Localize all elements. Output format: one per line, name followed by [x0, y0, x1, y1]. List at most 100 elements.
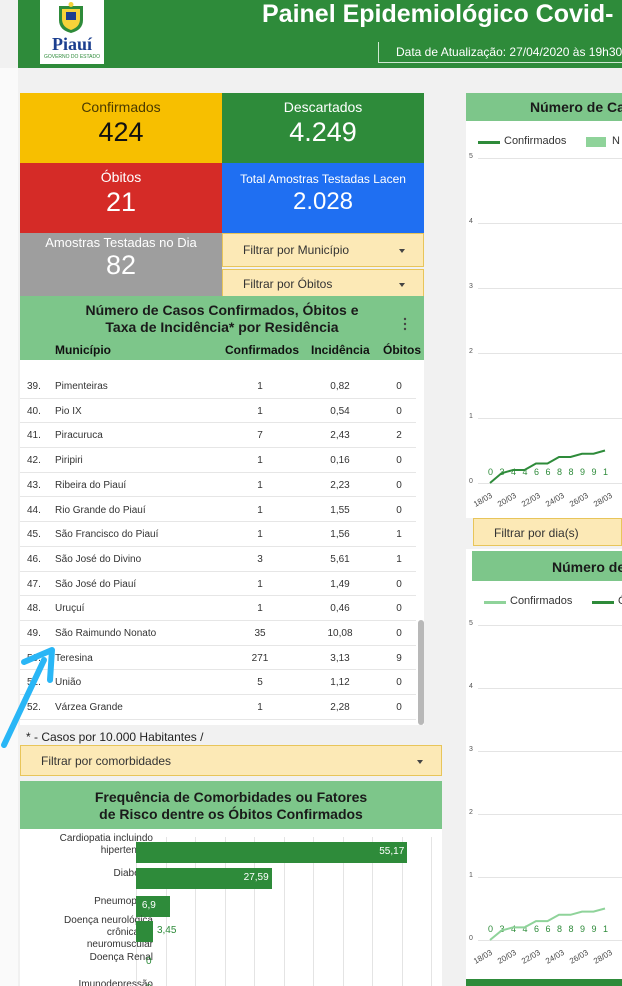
row-municipio: São Francisco do Piauí	[55, 529, 159, 541]
row-incidencia: 3,13	[330, 652, 350, 664]
crest-icon	[59, 2, 83, 33]
kpi-descartados-label: Descartados	[283, 99, 363, 115]
bar-value-label: 3,45	[156, 925, 177, 936]
row-index: 44.	[27, 504, 41, 516]
row-confirmados: 3	[257, 553, 263, 565]
row-obitos: 0	[396, 381, 402, 392]
table-title-line2: Taxa de Incidência* por Residência	[105, 319, 339, 335]
row-confirmados: 1	[257, 381, 263, 392]
row-index: 42.	[27, 455, 41, 467]
kpi-amostras-dia-value: 82	[105, 250, 137, 280]
row-confirmados: 1	[257, 455, 263, 467]
x-tick-label: 20/03	[496, 947, 518, 966]
table-row[interactable]: 50. Teresina 271 3,13 9	[20, 646, 416, 671]
row-incidencia: 10,08	[327, 628, 353, 639]
kpi-obitos-value: 21	[105, 187, 137, 217]
table-row[interactable]: 47. São José do Piauí 1 1,49 0	[20, 572, 416, 597]
logo-subtitle: GOVERNO DO ESTADO	[43, 54, 101, 60]
row-confirmados: 1	[257, 479, 263, 491]
x-tick-label: 24/03	[544, 490, 566, 509]
row-municipio: Uruçuí	[55, 603, 85, 615]
col-confirmados[interactable]: Confirmados	[225, 343, 299, 357]
kpi-amostras-lacen-value: 2.028	[292, 188, 354, 215]
row-confirmados: 1	[257, 405, 263, 417]
table-row[interactable]: 48. Uruçuí 1 0,46 0	[20, 596, 416, 621]
table-row[interactable]: 42. Piripiri 1 0,16 0	[20, 448, 416, 473]
row-incidencia: 0,54	[330, 405, 350, 417]
row-obitos: 2	[396, 430, 402, 442]
bar-category-label: Imunodepressão	[79, 979, 154, 986]
row-municipio: Ribeira do Piauí	[55, 479, 127, 491]
table-row[interactable]: 44. Rio Grande do Piauí 1 1,55 0	[20, 498, 416, 523]
table-row[interactable]: 46. São José do Divino 3 5,61 1	[20, 547, 416, 572]
row-municipio: São Raimundo Nonato	[55, 628, 157, 639]
table-row[interactable]: 45. São Francisco do Piauí 1 1,56 1	[20, 522, 416, 547]
row-obitos: 0	[396, 455, 402, 467]
row-municipio: Piracuruca	[55, 430, 103, 442]
kpi-obitos-label: Óbitos	[100, 169, 142, 185]
kpi-amostras-lacen-label: Total Amostras Testadas Lacen	[240, 172, 406, 186]
table-row[interactable]: 41. Piracuruca 7 2,43 2	[20, 423, 416, 449]
table-row[interactable]: 51. União 5 1,12 0	[20, 670, 416, 696]
kpi-confirmados: Confirmados 424	[20, 93, 222, 163]
table-scrollbar[interactable]	[418, 620, 424, 725]
table-row[interactable]: 43. Ribeira do Piauí 1 2,23 0	[20, 473, 416, 498]
row-confirmados: 35	[254, 628, 266, 639]
bar[interactable]	[136, 921, 153, 942]
row-index: 45.	[27, 529, 41, 541]
filter-obitos-label: Filtrar por Óbitos	[243, 277, 333, 291]
filter-municipio-dropdown[interactable]: Filtrar por Município	[222, 233, 424, 267]
row-obitos: 9	[396, 652, 402, 664]
table-row[interactable]: 49. São Raimundo Nonato 35 10,08 0	[20, 621, 416, 646]
kpi-obitos: Óbitos 21	[20, 163, 222, 233]
filter-comorbidades-dropdown[interactable]: Filtrar por comorbidades	[20, 745, 442, 776]
comorbidities-title-line2: de Risco dentre os Óbitos Confirmados	[99, 806, 363, 822]
filter-comorbidades-label: Filtrar por comorbidades	[41, 754, 172, 768]
row-municipio: Pimenteiras	[55, 381, 108, 392]
logo-text: Piauí	[51, 34, 92, 54]
x-tick-label: 22/03	[520, 947, 542, 966]
row-index: 46.	[27, 553, 41, 565]
row-obitos: 0	[396, 405, 402, 417]
more-options-icon[interactable]	[403, 317, 407, 331]
table-row[interactable]: 40. Pio IX 1 0,54 0	[20, 399, 416, 424]
table-body: 39. Pimenteiras 1 0,82 0 40. Pio IX 1 0,54 0 41. Pi…	[20, 360, 424, 725]
row-incidencia: 1,12	[330, 677, 350, 689]
x-tick-label: 28/03	[592, 947, 614, 966]
row-incidencia: 1,56	[330, 529, 350, 541]
comorbidities-chart: Cardiopatia incluindo hipertensão 55,17 Dia…	[20, 829, 442, 986]
bar[interactable]	[136, 842, 408, 863]
table-title-line1: Número de Casos Confirmados, Óbitos e	[85, 302, 359, 318]
row-incidencia: 0,46	[330, 603, 350, 615]
series-line	[489, 907, 606, 941]
row-obitos: 0	[396, 479, 402, 491]
table-header-row: Município Confirmados Incidência Óbitos	[20, 340, 424, 360]
row-confirmados: 1	[257, 529, 263, 541]
filter-dia-dropdown[interactable]: Filtrar por dia(s)	[473, 518, 622, 546]
kpi-amostras-dia: Amostras Testadas no Dia 82	[20, 233, 222, 296]
filter-obitos-dropdown[interactable]: Filtrar por Óbitos	[222, 269, 424, 299]
bar-category-label: Doença Renal	[90, 952, 153, 964]
bar-category-line: Imunodepressão	[78, 979, 154, 986]
bar-category-line: Doença Renal	[89, 952, 153, 963]
row-index: 43.	[27, 479, 41, 491]
kpi-amostras-lacen: Total Amostras Testadas Lacen 2.028	[222, 163, 424, 233]
col-obitos[interactable]: Óbitos	[383, 343, 421, 357]
row-index: 39.	[27, 381, 41, 392]
filter-municipio-label: Filtrar por Município	[243, 243, 350, 257]
bar-value-label: 55,17	[379, 846, 405, 857]
col-municipio[interactable]: Município	[55, 343, 111, 357]
table-row[interactable]: 52. Várzea Grande 1 2,28 0	[20, 695, 416, 720]
kpi-confirmados-label: Confirmados	[81, 99, 161, 115]
row-index: 41.	[27, 430, 41, 442]
deaths-chart-panel: Número de Confirmados Ó 01234518/0320/03…	[466, 549, 622, 986]
table-row[interactable]: 39. Pimenteiras 1 0,82 0	[20, 374, 416, 399]
row-index: 40.	[27, 405, 41, 417]
bar-value-label: 6,9	[141, 900, 156, 911]
row-municipio: São José do Divino	[55, 553, 142, 565]
kpi-amostras-dia-label: Amostras Testadas no Dia	[45, 235, 197, 250]
kpi-descartados: Descartados 4.249	[222, 93, 424, 163]
row-obitos: 1	[396, 553, 402, 565]
col-incidencia[interactable]: Incidência	[311, 343, 370, 357]
row-municipio: São José do Piauí	[55, 578, 137, 590]
